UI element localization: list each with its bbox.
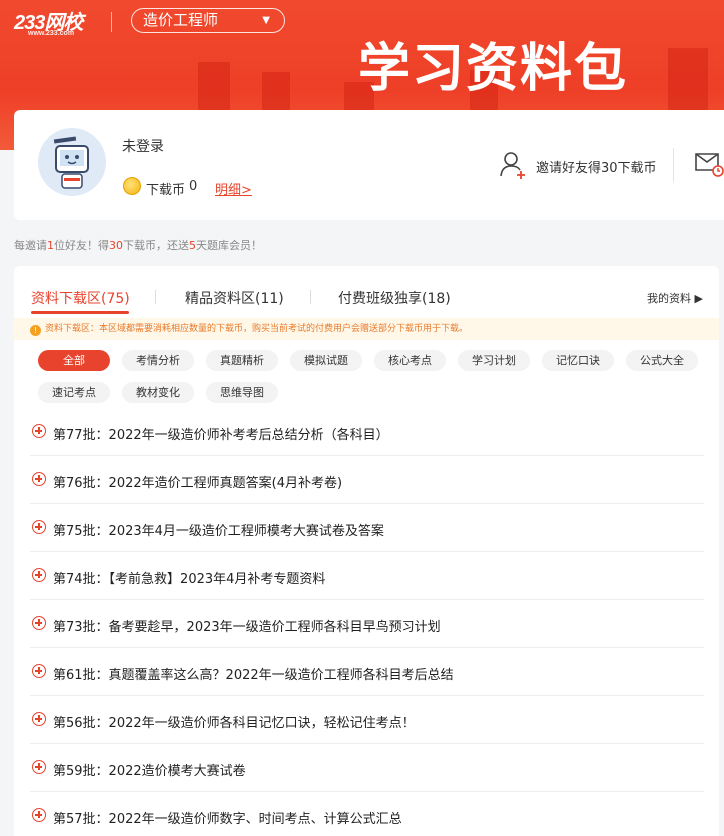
plus-circle-icon [32, 760, 46, 774]
info-icon: ! [30, 325, 41, 336]
site-logo[interactable]: 233网校 www.233.com [14, 6, 83, 37]
divider [111, 12, 112, 32]
username: 未登录 [122, 139, 164, 155]
filter-chip[interactable]: 核心考点 [374, 350, 446, 371]
list-item-title: 第75批：2023年4月一级造价工程师模考大赛试卷及答案 [53, 524, 384, 539]
plus-circle-icon [32, 712, 46, 726]
tab-paid-class[interactable]: 付费班级独享(18) [338, 288, 451, 308]
user-card: 未登录 下载币 0 明细> 邀请好友得30下载币 [14, 110, 724, 220]
invite-text: 邀请好友得30下载币 [536, 161, 657, 176]
filter-chip[interactable]: 学习计划 [458, 350, 530, 371]
tab-premium-area[interactable]: 精品资料区(11) [185, 288, 284, 308]
hint-text: 位好友！得 [54, 239, 109, 252]
tab-download-area[interactable]: 资料下载区(75) [31, 288, 130, 308]
filter-chip[interactable]: 思维导图 [206, 382, 278, 403]
subject-select[interactable]: 造价工程师 ▼ [131, 8, 285, 33]
filter-chip[interactable]: 考情分析 [122, 350, 194, 371]
list-item-title: 第74批：【考前急救】2023年4月补考专题资料 [53, 572, 326, 587]
list-item[interactable]: 第74批：【考前急救】2023年4月补考专题资料 [30, 552, 704, 600]
list-item-title: 第76批：2022年造价工程师真题答案(4月补考卷) [53, 476, 343, 491]
hint-text: 下载币，还送 [123, 239, 189, 252]
resource-panel: 资料下载区(75) 精品资料区(11) 付费班级独享(18) 我的资料 ▶ ! 资… [14, 266, 719, 836]
list-item[interactable]: 第59批：2022造价模考大赛试卷 [30, 744, 704, 792]
list-item-title: 第61批：真题覆盖率这么高？2022年一级造价工程师各科目考后总结 [53, 668, 454, 683]
list-item[interactable]: 第61批：真题覆盖率这么高？2022年一级造价工程师各科目考后总结 [30, 648, 704, 696]
list-item-title: 第77批：2022年一级造价师补考考后总结分析（各科目） [53, 428, 389, 443]
my-files-link[interactable]: 我的资料 ▶ [647, 290, 703, 306]
active-tab-indicator [31, 311, 129, 314]
list-item[interactable]: 第57批：2022年一级造价师数字、时间考点、计算公式汇总 [30, 792, 704, 836]
resource-list: 第77批：2022年一级造价师补考考后总结分析（各科目） 第76批：2022年造价… [30, 408, 704, 836]
logo-url: www.233.com [28, 30, 75, 37]
coin-icon [123, 177, 141, 195]
hint-number: 1 [47, 239, 54, 252]
list-item-title: 第56批：2022年一级造价师各科目记忆口诀，轻松记住考点！ [53, 716, 415, 731]
divider [155, 290, 156, 304]
list-item[interactable]: 第73批：备考要趁早，2023年一级造价工程师各科目早鸟预习计划 [30, 600, 704, 648]
notice-bar: ! 资料下载区：本区域都需要消耗相应数量的下载币，购买当前考试的付费用户会赠送部分… [14, 318, 719, 340]
divider [310, 290, 311, 304]
robot-avatar-icon [53, 136, 89, 189]
coin-detail-link[interactable]: 明细> [215, 179, 252, 198]
subject-label: 造价工程师 [143, 11, 219, 29]
invite-friends-button[interactable]: 邀请好友得30下载币 [500, 150, 660, 184]
plus-circle-icon [32, 664, 46, 678]
notice-text: 资料下载区：本区域都需要消耗相应数量的下载币，购买当前考试的付费用户会赠送部分下… [45, 324, 469, 334]
list-item[interactable]: 第56批：2022年一级造价师各科目记忆口诀，轻松记住考点！ [30, 696, 704, 744]
tab-bar: 资料下载区(75) 精品资料区(11) 付费班级独享(18) 我的资料 ▶ [14, 266, 719, 316]
list-item-title: 第59批：2022造价模考大赛试卷 [53, 764, 246, 779]
filter-chip[interactable]: 速记考点 [38, 382, 110, 403]
filter-chip[interactable]: 全部 [38, 350, 110, 371]
list-item[interactable]: 第76批：2022年造价工程师真题答案(4月补考卷) [30, 456, 704, 504]
filter-chip[interactable]: 教材变化 [122, 382, 194, 403]
filter-chip[interactable]: 真题精析 [206, 350, 278, 371]
hint-text: 每邀请 [14, 239, 47, 252]
divider [673, 148, 674, 182]
list-item[interactable]: 第75批：2023年4月一级造价工程师模考大赛试卷及答案 [30, 504, 704, 552]
plus-circle-icon [32, 472, 46, 486]
plus-circle-icon [32, 808, 46, 822]
avatar[interactable] [38, 128, 106, 196]
hint-text: 天题库会员！ [196, 239, 262, 252]
list-item[interactable]: 第77批：2022年一级造价师补考考后总结分析（各科目） [30, 408, 704, 456]
list-item-title: 第73批：备考要趁早，2023年一级造价工程师各科目早鸟预习计划 [53, 620, 441, 635]
coin-count: 0 [189, 179, 198, 194]
plus-circle-icon [32, 616, 46, 630]
plus-circle-icon [32, 520, 46, 534]
filter-chip[interactable]: 公式大全 [626, 350, 698, 371]
add-user-icon [500, 152, 525, 179]
list-item-title: 第57批：2022年一级造价师数字、时间考点、计算公式汇总 [53, 812, 402, 827]
coin-label: 下载币 [146, 183, 186, 198]
banner-title: 学习资料包 [358, 39, 629, 99]
plus-circle-icon [32, 424, 46, 438]
plus-circle-icon [32, 568, 46, 582]
caret-down-icon: ▼ [262, 15, 270, 26]
hint-number: 5 [189, 239, 196, 252]
invite-hint: 每邀请1位好友！得30下载币，还送5天题库会员！ [14, 237, 262, 253]
hint-number: 30 [109, 239, 123, 252]
message-icon[interactable] [694, 150, 724, 178]
filter-chip[interactable]: 记忆口诀 [542, 350, 614, 371]
filter-chip[interactable]: 模拟试题 [290, 350, 362, 371]
